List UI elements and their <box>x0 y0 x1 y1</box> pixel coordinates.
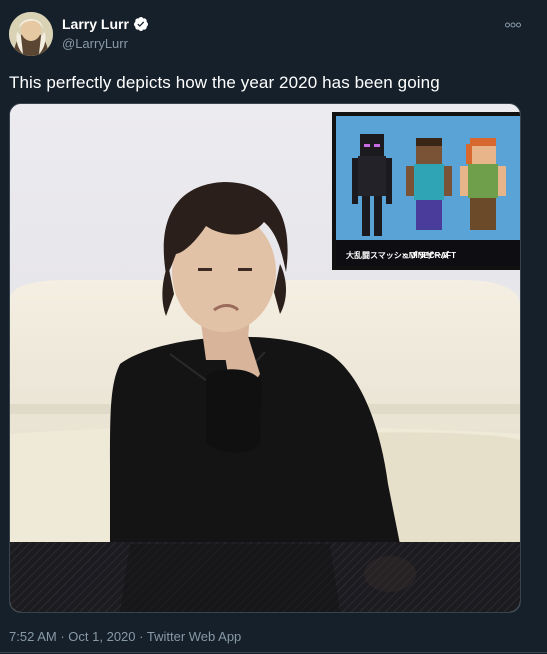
tweet-text: This perfectly depicts how the year 2020… <box>9 73 440 92</box>
poster-caption: × MINECRAFT <box>402 251 456 260</box>
minecraft-poster: 大乱闘スマッシュブラザーズ × MINECRAFT <box>332 112 520 270</box>
author-handle[interactable]: @LarryLurr <box>62 36 128 51</box>
tweet-media-image[interactable]: 大乱闘スマッシュブラザーズ × MINECRAFT <box>9 103 521 613</box>
tweet-source[interactable]: Twitter Web App <box>147 629 241 644</box>
tweet-time[interactable]: 7:52 AM <box>9 629 57 644</box>
avatar[interactable] <box>9 12 53 56</box>
meta-separator: · <box>60 629 65 644</box>
divider <box>0 652 547 653</box>
tweet-meta: 7:52 AM · Oct 1, 2020 · Twitter Web App <box>9 629 241 644</box>
meta-separator: · <box>139 629 144 644</box>
author-name-row[interactable]: Larry Lurr <box>62 16 149 32</box>
tweet-date[interactable]: Oct 1, 2020 <box>68 629 135 644</box>
tweet-card: Larry Lurr @LarryLurr This perfectly dep… <box>0 0 547 654</box>
display-name[interactable]: Larry Lurr <box>62 16 129 32</box>
verified-badge-icon <box>133 16 149 32</box>
more-horizontal-icon[interactable] <box>501 18 525 32</box>
